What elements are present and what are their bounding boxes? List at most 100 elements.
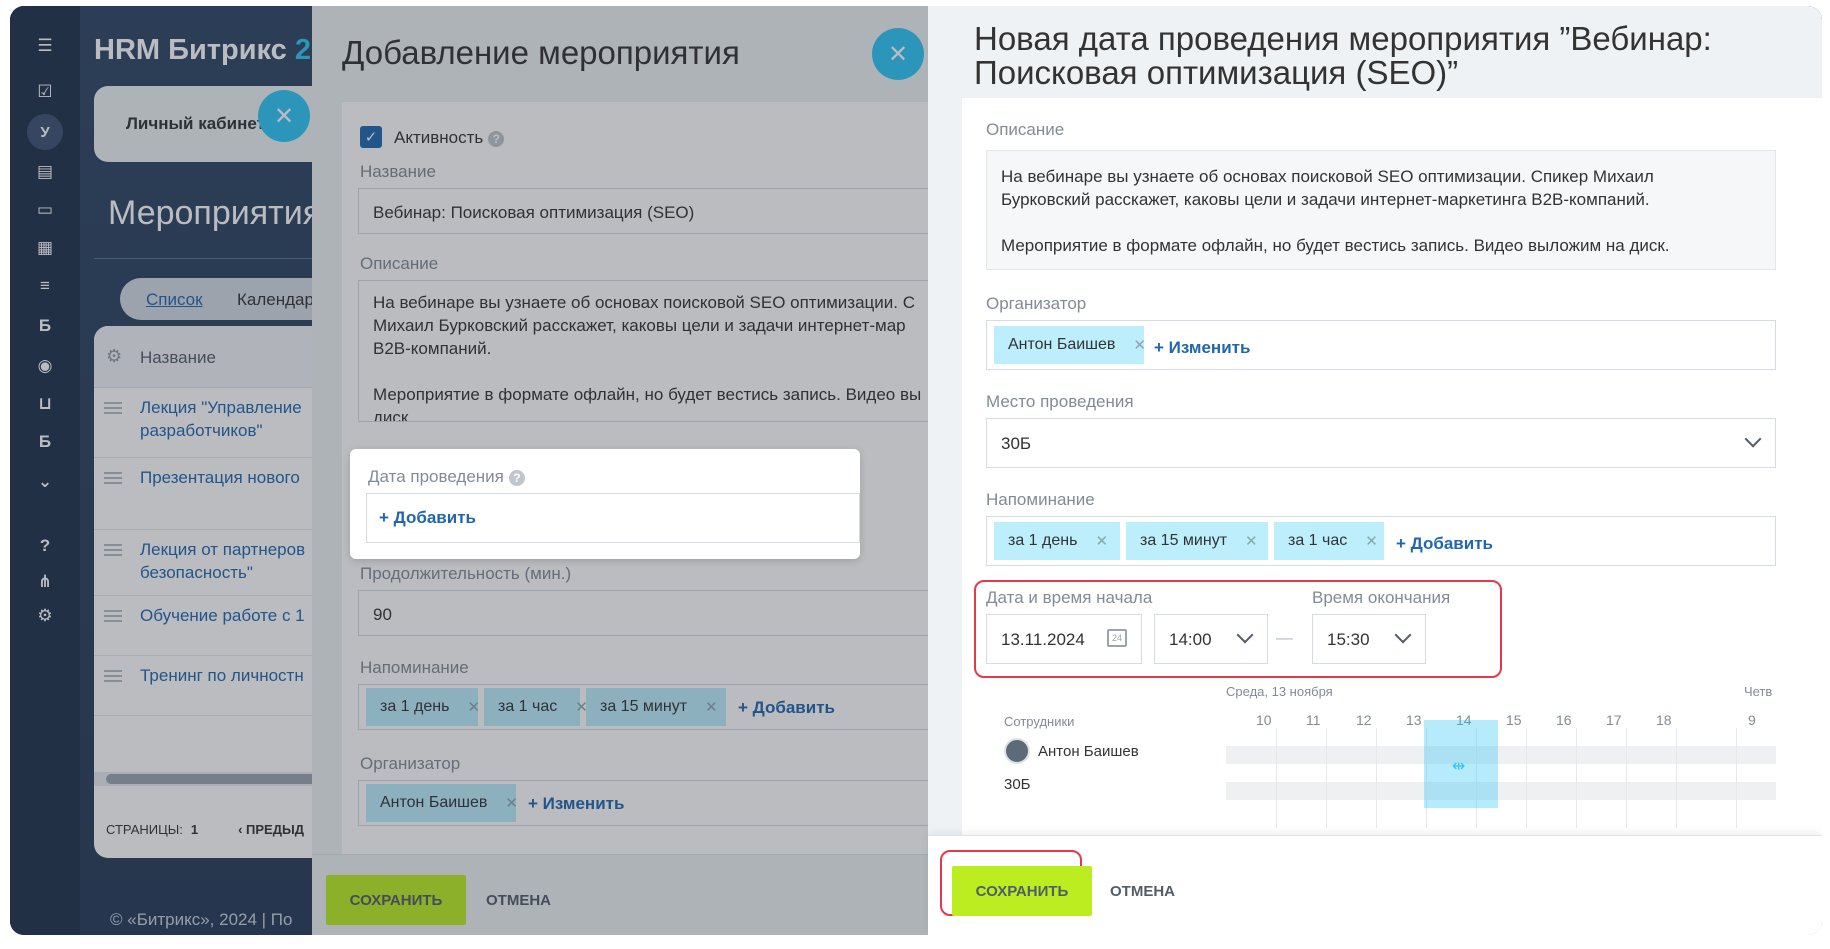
close-icon[interactable]: ✕ bbox=[872, 28, 924, 80]
drag-handle-icon[interactable] bbox=[104, 472, 122, 484]
chevron-down-icon bbox=[1236, 626, 1254, 644]
chevron-down-icon bbox=[1744, 430, 1762, 448]
reminder-tag[interactable]: за 15 минут ✕ bbox=[586, 688, 726, 726]
help-icon[interactable]: ? bbox=[488, 130, 505, 147]
chevron-circle-icon[interactable]: ⌄ bbox=[27, 464, 63, 500]
remove-icon[interactable]: ✕ bbox=[705, 698, 718, 716]
hour-label: 15 bbox=[1506, 712, 1522, 728]
hour-label: 12 bbox=[1356, 712, 1372, 728]
reminder-label: Напоминание bbox=[986, 490, 1095, 509]
hour-label: 17 bbox=[1606, 712, 1622, 728]
help-icon[interactable]: ? bbox=[508, 469, 525, 486]
robot-icon[interactable]: ◉ bbox=[27, 348, 63, 384]
end-label: Время окончания bbox=[1312, 588, 1451, 607]
drag-handle-icon[interactable] bbox=[104, 610, 122, 622]
resize-handle-icon[interactable]: ⇹ bbox=[1452, 756, 1465, 776]
planner-employee: Антон Баишев bbox=[1004, 738, 1139, 764]
add-reminder-link[interactable]: + Добавить bbox=[1396, 534, 1493, 554]
date-highlight-box: Дата проведения? + Добавить bbox=[350, 449, 860, 559]
slider-title: Добавление мероприятия bbox=[342, 34, 740, 71]
duration-field[interactable]: 90 bbox=[358, 590, 930, 636]
timeline-row bbox=[1226, 746, 1776, 764]
rail-avatar-u[interactable]: У bbox=[27, 114, 63, 150]
calendar-icon[interactable]: ▦ bbox=[27, 230, 63, 266]
rail-item-b1[interactable]: Б bbox=[27, 308, 63, 344]
timeline-row bbox=[1226, 782, 1776, 800]
start-label: Дата и время начала bbox=[986, 588, 1153, 607]
menu-icon[interactable]: ☰ bbox=[27, 28, 63, 64]
date-field[interactable]: + Добавить bbox=[366, 493, 860, 543]
remove-icon[interactable]: ✕ bbox=[1365, 532, 1378, 550]
change-organizer-link[interactable]: + Изменить bbox=[528, 794, 624, 814]
remove-icon[interactable]: ✕ bbox=[1095, 532, 1108, 550]
availability-planner: Среда, 13 ноября Четв Сотрудники 10 11 1… bbox=[986, 684, 1776, 834]
active-checkbox[interactable]: ✓ bbox=[360, 126, 382, 148]
page-title: Мероприятия bbox=[108, 194, 322, 232]
rail-item-b2[interactable]: Б bbox=[27, 424, 63, 460]
structure-icon[interactable]: ⋔ bbox=[27, 564, 63, 600]
drag-handle-icon[interactable] bbox=[104, 402, 122, 414]
remove-icon[interactable]: ✕ bbox=[467, 698, 480, 716]
sliders-icon[interactable]: ≡ bbox=[27, 268, 63, 304]
active-label: Активность? bbox=[394, 128, 505, 148]
column-name: Название bbox=[140, 348, 216, 367]
new-date-footer: СОХРАНИТЬ ОТМЕНА bbox=[928, 835, 1822, 935]
cart-icon[interactable]: ⊔ bbox=[27, 386, 63, 422]
organizer-tag[interactable]: Антон Баишев ✕ bbox=[994, 326, 1146, 364]
chevron-down-icon bbox=[1394, 626, 1412, 644]
tab-calendar[interactable]: Календарь bbox=[237, 290, 323, 310]
add-event-footer: СОХРАНИТЬ ОТМЕНА bbox=[312, 854, 930, 935]
date-label: Дата проведения? bbox=[368, 467, 525, 487]
name-field[interactable]: Вебинар: Поисковая оптимизация (SEO) bbox=[358, 188, 930, 234]
pagination: СТРАНИЦЫ: 1 ‹ ПРЕДЫД bbox=[106, 822, 304, 837]
name-label: Название bbox=[360, 162, 436, 181]
news-icon[interactable]: ▤ bbox=[27, 154, 63, 190]
card-icon[interactable]: ▭ bbox=[27, 192, 63, 228]
add-date-link[interactable]: + Добавить bbox=[379, 508, 476, 528]
page-number[interactable]: 1 bbox=[191, 822, 198, 837]
reminder-tag[interactable]: за 1 час ✕ bbox=[1274, 522, 1384, 560]
description-field[interactable]: На вебинаре вы узнаете об основах поиско… bbox=[358, 280, 930, 422]
employees-label: Сотрудники bbox=[1004, 714, 1075, 729]
change-organizer-link[interactable]: + Изменить bbox=[1154, 338, 1250, 358]
reminder-tag[interactable]: за 15 минут ✕ bbox=[1126, 522, 1268, 560]
end-time-select[interactable]: 15:30 bbox=[1312, 614, 1426, 664]
description-label: Описание bbox=[360, 254, 439, 273]
reminder-tag[interactable]: за 1 час ✕ bbox=[484, 688, 588, 726]
new-date-form: Описание На вебинаре вы узнаете об основ… bbox=[962, 98, 1822, 838]
cancel-button[interactable]: ОТМЕНА bbox=[486, 892, 551, 909]
remove-icon[interactable]: ✕ bbox=[505, 794, 518, 812]
tasks-icon[interactable]: ☑ bbox=[27, 74, 63, 110]
place-label: Место проведения bbox=[986, 392, 1134, 411]
reminder-tag[interactable]: за 1 день ✕ bbox=[366, 688, 480, 726]
start-date-field[interactable]: 13.11.2024 24 bbox=[986, 614, 1142, 664]
organizer-label: Организатор bbox=[986, 294, 1087, 313]
save-button[interactable]: СОХРАНИТЬ bbox=[326, 875, 466, 925]
organizer-label: Организатор bbox=[360, 754, 461, 773]
reminder-tag[interactable]: за 1 день ✕ bbox=[994, 522, 1120, 560]
organizer-tag[interactable]: Антон Баишев ✕ bbox=[366, 784, 518, 822]
drag-handle-icon[interactable] bbox=[104, 544, 122, 556]
drag-handle-icon[interactable] bbox=[104, 670, 122, 682]
place-select[interactable]: 30Б bbox=[986, 418, 1776, 468]
tab-list[interactable]: Список bbox=[146, 290, 203, 310]
planner-place: 30Б bbox=[1004, 776, 1031, 793]
cancel-button[interactable]: ОТМЕНА bbox=[1110, 883, 1175, 900]
remove-icon[interactable]: ✕ bbox=[1133, 336, 1146, 354]
hour-label: 9 bbox=[1748, 712, 1756, 728]
help-icon[interactable]: ? bbox=[27, 528, 63, 564]
calendar-icon[interactable]: 24 bbox=[1107, 629, 1127, 647]
close-icon[interactable]: ✕ bbox=[258, 90, 310, 142]
avatar bbox=[1004, 738, 1030, 764]
remove-icon[interactable]: ✕ bbox=[1245, 532, 1258, 550]
brand-logo: HRM Битрикс 2 bbox=[94, 34, 311, 66]
gear-icon[interactable]: ⚙ bbox=[106, 346, 122, 367]
start-time-select[interactable]: 14:00 bbox=[1154, 614, 1268, 664]
prev-page-link[interactable]: ‹ ПРЕДЫД bbox=[238, 822, 304, 837]
add-reminder-link[interactable]: + Добавить bbox=[738, 698, 835, 718]
save-button[interactable]: СОХРАНИТЬ bbox=[952, 866, 1092, 916]
settings-icon[interactable]: ⚙ bbox=[27, 598, 63, 634]
hour-label: 10 bbox=[1256, 712, 1272, 728]
hour-label: 13 bbox=[1406, 712, 1422, 728]
duration-label: Продолжительность (мин.) bbox=[360, 564, 572, 583]
